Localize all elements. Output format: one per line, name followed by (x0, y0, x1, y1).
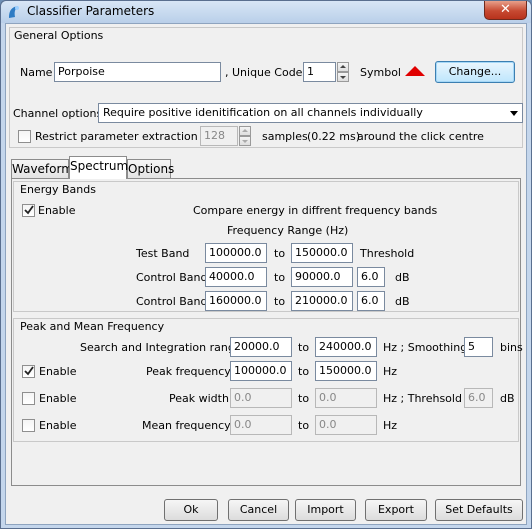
classifier-parameters-window: Classifier Parameters ✕ General Options … (0, 0, 532, 529)
hz-threshold-label: Hz ; Threhsold (383, 392, 462, 405)
restrict-samples-spinner[interactable] (239, 126, 251, 146)
spinner-down-icon[interactable] (337, 72, 349, 82)
to-label: to (298, 392, 310, 405)
change-symbol-button[interactable]: Change... (435, 61, 515, 83)
symbol-label: Symbol (360, 66, 401, 79)
spinner-down-icon[interactable] (239, 136, 251, 146)
name-label: Name (20, 66, 53, 79)
tab-waveform[interactable]: Waveform (11, 159, 73, 179)
control-band-2-from-field[interactable]: 160000.0 (205, 291, 267, 311)
hz-label: Hz (383, 419, 398, 432)
peak-width-to-field[interactable]: 0.0 (315, 388, 377, 408)
restrict-samples-field[interactable]: 128 (200, 126, 238, 146)
tab-spectrum[interactable]: Spectrum (69, 156, 128, 179)
db-label: dB (395, 295, 410, 308)
peak-width-enable-checkbox[interactable] (22, 392, 35, 405)
unique-code-label: , Unique Code (225, 66, 303, 79)
app-icon (9, 6, 19, 18)
energy-enable-label: Enable (38, 204, 76, 217)
unique-code-spinner[interactable] (337, 62, 349, 82)
set-defaults-button[interactable]: Set Defaults (435, 499, 523, 521)
title-bar[interactable]: Classifier Parameters ✕ (1, 1, 531, 23)
import-button[interactable]: Import (295, 499, 356, 521)
dialog-body: General Options Name Porpoise , Unique C… (5, 23, 527, 525)
control-band-1-from-field[interactable]: 40000.0 (205, 267, 267, 287)
mean-frequency-from-field[interactable]: 0.0 (230, 415, 292, 435)
peak-width-from-field[interactable]: 0.0 (230, 388, 292, 408)
peak-width-threshold-field[interactable]: 6.0 (464, 388, 493, 408)
search-integration-label: Search and Integration range (80, 341, 242, 354)
peak-frequency-from-field[interactable]: 100000.0 (230, 361, 292, 381)
peak-frequency-to-field[interactable]: 150000.0 (315, 361, 377, 381)
peak-width-enable-label: Enable (39, 392, 77, 405)
db-label: dB (395, 271, 410, 284)
cancel-button[interactable]: Cancel (228, 499, 289, 521)
control-band-2-db-field[interactable]: 6.0 (357, 291, 385, 311)
control-band-1-db-field[interactable]: 6.0 (357, 267, 385, 287)
peak-mean-frequency-group: Peak and Mean Frequency Search and Integ… (13, 318, 523, 442)
ok-button[interactable]: Ok (164, 499, 218, 521)
hz-label: Hz (383, 365, 398, 378)
mean-frequency-enable-label: Enable (39, 419, 77, 432)
search-from-field[interactable]: 20000.0 (230, 337, 292, 357)
control-band-2-label: Control Band (136, 295, 208, 308)
restrict-checkbox[interactable] (18, 130, 31, 143)
spectrum-tab-panel: Energy Bands Enable Compare energy in di… (11, 178, 523, 486)
spinner-up-icon[interactable] (337, 62, 349, 72)
general-options-group: General Options Name Porpoise , Unique C… (9, 27, 523, 148)
unique-code-field[interactable]: 1 (303, 62, 336, 82)
search-to-field[interactable]: 240000.0 (315, 337, 377, 357)
to-label: to (298, 341, 310, 354)
mean-frequency-label: Mean frequency (142, 419, 231, 432)
to-label: to (274, 247, 286, 260)
bins-label: bins (500, 341, 523, 354)
peak-frequency-label: Peak frequency (146, 365, 231, 378)
energy-enable-checkbox[interactable] (22, 204, 35, 217)
general-options-title: General Options (14, 29, 104, 42)
around-centre-label: around the click centre (357, 130, 484, 143)
export-button[interactable]: Export (365, 499, 427, 521)
to-label: to (298, 419, 310, 432)
peak-width-label: Peak width (169, 392, 229, 405)
control-band-1-label: Control Band (136, 271, 208, 284)
to-label: to (298, 365, 310, 378)
frequency-range-label: Frequency Range (Hz) (227, 224, 349, 237)
checkmark-icon (24, 366, 34, 376)
mean-frequency-enable-checkbox[interactable] (22, 419, 35, 432)
close-icon: ✕ (500, 2, 511, 17)
db-label: dB (500, 392, 515, 405)
channel-options-select[interactable]: Require positive idenitification on all … (98, 103, 523, 123)
channel-options-value: Require positive idenitification on all … (103, 106, 423, 119)
samples-label: samples (262, 130, 308, 143)
checkmark-icon (24, 205, 34, 215)
peak-frequency-enable-label: Enable (39, 365, 77, 378)
restrict-label: Restrict parameter extraction to (35, 130, 213, 143)
energy-bands-title: Energy Bands (20, 183, 96, 196)
peak-mean-frequency-title: Peak and Mean Frequency (20, 320, 165, 333)
energy-bands-group: Energy Bands Enable Compare energy in di… (13, 181, 519, 312)
test-band-to-field[interactable]: 150000.0 (291, 243, 353, 263)
energy-description: Compare energy in diffrent frequency ban… (193, 204, 438, 217)
chevron-down-icon (510, 111, 518, 116)
to-label: to (274, 295, 286, 308)
peak-frequency-enable-checkbox[interactable] (22, 365, 35, 378)
close-button[interactable]: ✕ (484, 1, 527, 20)
threshold-label: Threshold (360, 247, 415, 260)
spinner-up-icon[interactable] (239, 126, 251, 136)
tab-options[interactable]: Options (127, 159, 174, 179)
window-title: Classifier Parameters (27, 4, 155, 18)
hz-smoothing-label: Hz ; Smoothing (383, 341, 468, 354)
channel-options-label: Channel options (13, 107, 103, 120)
test-band-from-field[interactable]: 100000.0 (205, 243, 267, 263)
mean-frequency-to-field[interactable]: 0.0 (315, 415, 377, 435)
test-band-label: Test Band (136, 247, 190, 260)
name-field[interactable]: Porpoise (54, 62, 221, 82)
control-band-2-to-field[interactable]: 210000.0 (291, 291, 353, 311)
ms-label: (0.22 ms) (307, 130, 361, 143)
to-label: to (274, 271, 286, 284)
control-band-1-to-field[interactable]: 90000.0 (291, 267, 353, 287)
red-triangle-symbol-icon (405, 66, 425, 76)
smoothing-field[interactable]: 5 (464, 337, 493, 357)
